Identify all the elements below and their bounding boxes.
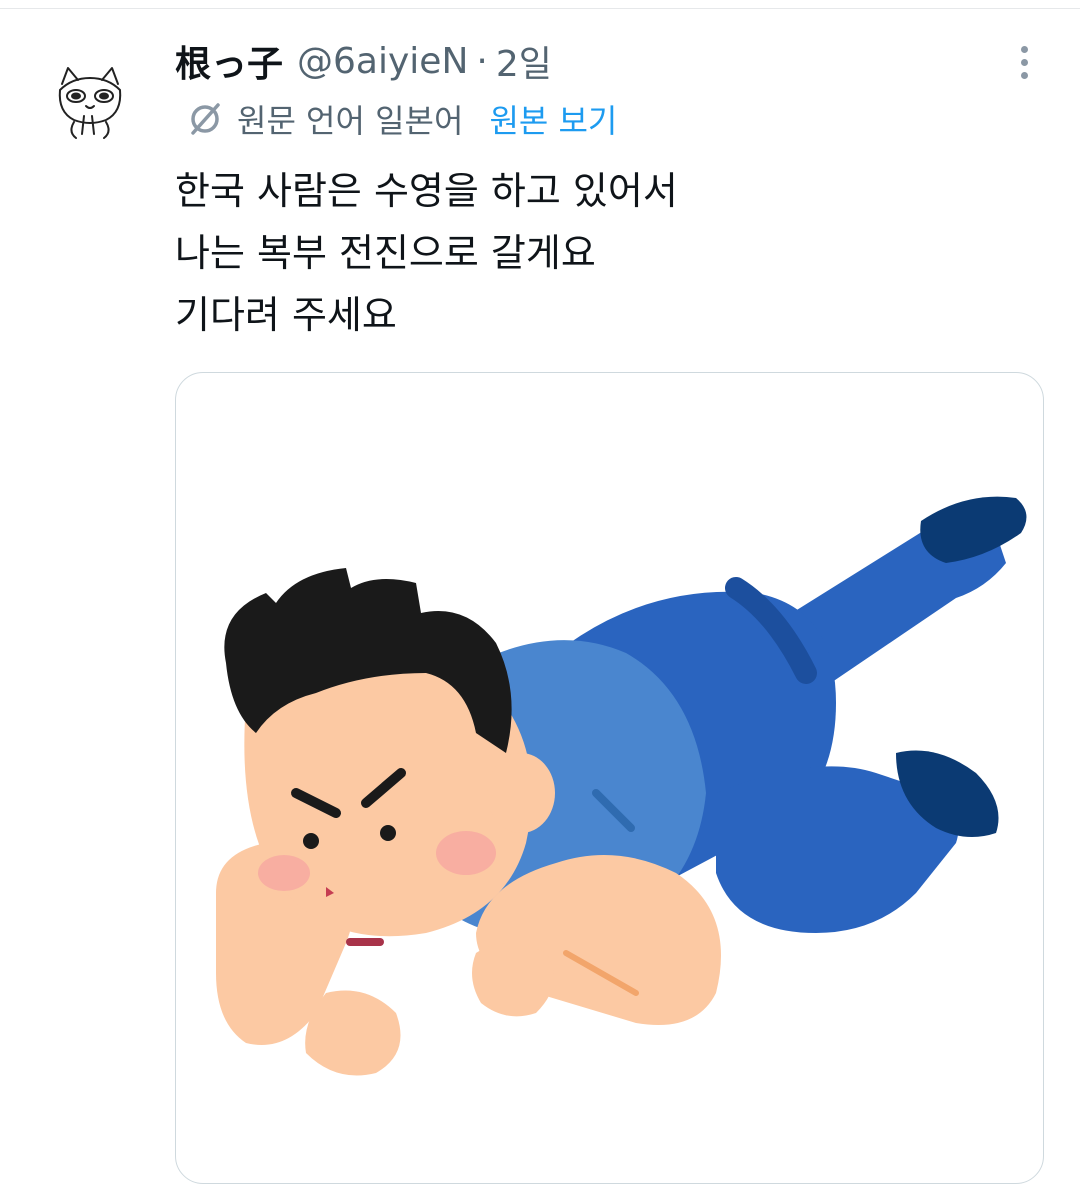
- author-handle[interactable]: @6aiyieN: [297, 41, 468, 82]
- author-display-name[interactable]: 根っ子: [175, 35, 283, 87]
- more-vertical-icon-dot: [1020, 58, 1028, 66]
- top-divider: [0, 8, 1080, 9]
- more-vertical-icon-dot: [1020, 71, 1028, 79]
- more-options-button[interactable]: [1004, 38, 1044, 86]
- tweet-header: 根っ子 @6aiyieN · 2일: [175, 36, 552, 86]
- crawling-man-illustration: [216, 496, 1027, 1076]
- author-avatar[interactable]: [48, 60, 132, 144]
- translate-slash-icon: [191, 103, 220, 135]
- translation-notice: 원문 언어 일본어 원본 보기: [185, 95, 617, 143]
- tweet-text-line: 나는 복부 전진으로 갈게요: [175, 231, 596, 275]
- tweet-media-card[interactable]: [175, 372, 1044, 1184]
- separator-dot: ·: [476, 40, 488, 82]
- tweet-timestamp[interactable]: 2일: [496, 35, 552, 87]
- tweet-text-line: 기다려 주세요: [175, 293, 397, 337]
- more-vertical-icon: [1020, 45, 1028, 53]
- sketch-cat-avatar-icon: [58, 67, 122, 139]
- tweet-text-line: 한국 사람은 수영을 하고 있어서: [175, 169, 678, 213]
- tweet-text: 한국 사람은 수영을 하고 있어서 나는 복부 전진으로 갈게요 기다려 주세요: [175, 160, 1035, 346]
- view-original-link[interactable]: 원본 보기: [489, 96, 617, 142]
- translation-source-language: 원문 언어 일본어: [237, 102, 464, 140]
